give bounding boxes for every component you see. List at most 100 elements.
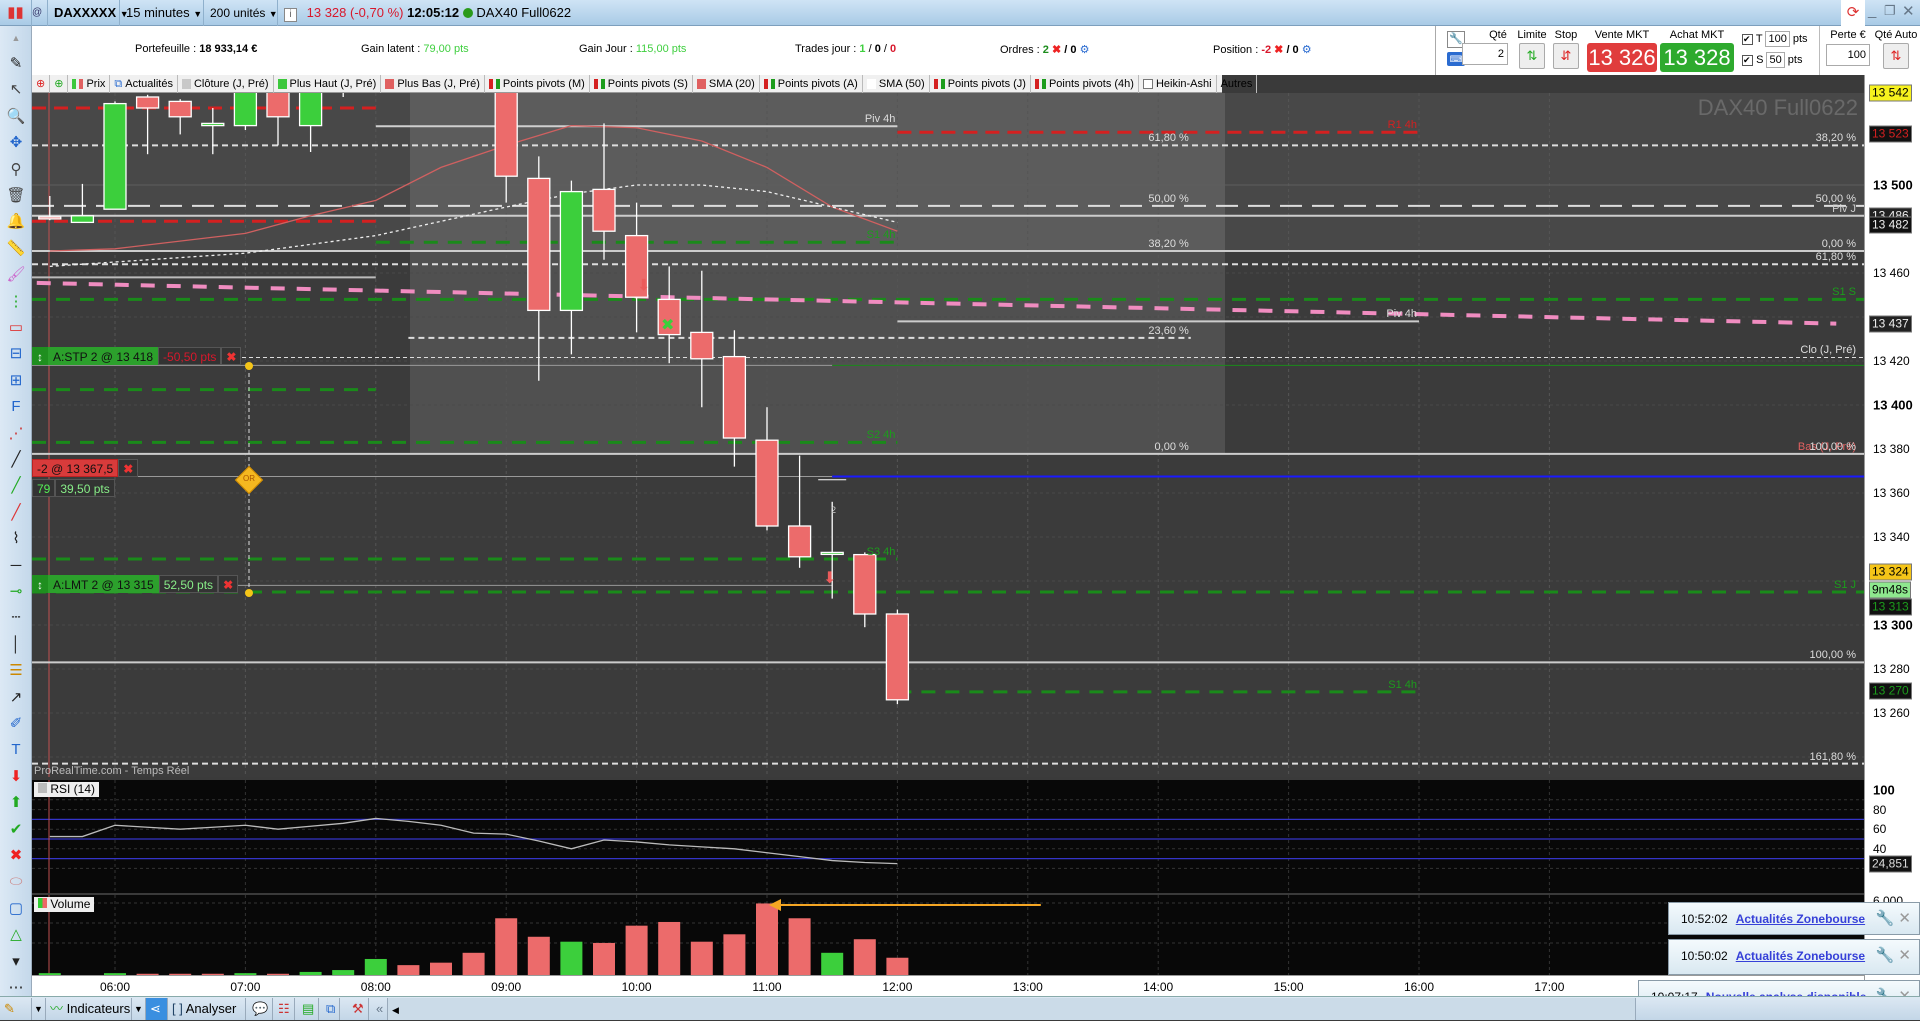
- scroll-up-icon[interactable]: ▲: [3, 26, 29, 50]
- move-icon[interactable]: ✥: [3, 131, 29, 155]
- stop-checkbox[interactable]: ✔: [1742, 55, 1753, 66]
- indicators-button[interactable]: 〰 Indicateurs: [46, 998, 132, 1020]
- green-line-icon[interactable]: ╱: [3, 474, 29, 498]
- drawing-mode-icon[interactable]: ✎: [0, 998, 32, 1020]
- wrench-icon[interactable]: 🔧: [1876, 947, 1895, 964]
- ellipse-icon[interactable]: ⬭: [3, 870, 29, 894]
- legend-item[interactable]: Plus Bas (J, Pré): [381, 75, 485, 93]
- units-selector[interactable]: 200 unités ▼: [204, 0, 278, 26]
- close-icon[interactable]: ✖: [221, 347, 242, 365]
- horizontal-line-icon[interactable]: ─: [3, 554, 29, 578]
- arrow-icon[interactable]: ↗: [3, 686, 29, 710]
- channel-icon[interactable]: ⊟: [3, 342, 29, 366]
- red-line-icon[interactable]: ╱: [3, 501, 29, 525]
- legend-item[interactable]: Points pivots (M): [485, 75, 590, 93]
- legend-item[interactable]: Autres: [1217, 75, 1258, 93]
- level-icon[interactable]: ☰: [3, 659, 29, 683]
- cross-icon[interactable]: ✖: [3, 844, 29, 868]
- limit-order-tag[interactable]: ↕ A:LMT 2 @ 13 315 52,50 pts ✖: [32, 575, 239, 593]
- restore-button[interactable]: ❐: [1884, 3, 1896, 19]
- stop-distance-input[interactable]: 50: [1766, 52, 1785, 68]
- share-icon[interactable]: ⋖: [146, 998, 168, 1020]
- checkbox[interactable]: [1142, 79, 1153, 89]
- sell-market-button[interactable]: 13 326: [1587, 43, 1657, 72]
- legend-item[interactable]: Clôture (J, Pré): [178, 75, 274, 93]
- legend-item[interactable]: Points pivots (4h): [1031, 75, 1139, 93]
- trailing-input[interactable]: 100: [1765, 31, 1790, 47]
- qty-input[interactable]: 2: [1462, 43, 1508, 65]
- legend-item[interactable]: Heikin-Ashi: [1139, 75, 1217, 93]
- close-icon[interactable]: ✖: [218, 575, 239, 593]
- horizontal-ray-icon[interactable]: ⊸: [3, 580, 29, 604]
- gear-icon[interactable]: ⚙: [1080, 44, 1090, 56]
- legend-item[interactable]: Plus Haut (J, Pré): [274, 75, 382, 93]
- price-chart[interactable]: ⬇ ⬇ ✖ DAX40 Full0622 Piv 4h 61,80 % 50,00 % S…: [32, 93, 1864, 777]
- close-button[interactable]: ✕: [1902, 2, 1915, 20]
- analyze-button[interactable]: [ ] Analyser: [168, 998, 246, 1020]
- legend-item[interactable]: Points pivots (A): [760, 75, 863, 93]
- timeframe-selector[interactable]: 15 minutes ▼: [120, 0, 204, 26]
- fan-icon[interactable]: ⊞: [3, 369, 29, 393]
- gear-icon[interactable]: ⚙: [1302, 44, 1312, 56]
- notification-link[interactable]: Actualités Zonebourse: [1736, 949, 1865, 963]
- sticker-icon[interactable]: ✐: [3, 712, 29, 736]
- close-icon[interactable]: ✕: [1898, 910, 1911, 927]
- pitchfork-icon[interactable]: ⋰: [3, 422, 29, 446]
- horizontal-scrollbar[interactable]: ◀: [388, 998, 1636, 1020]
- symbol-selector[interactable]: DAXXXXX ▼: [48, 0, 129, 26]
- volume-panel[interactable]: Volume: [32, 895, 1864, 975]
- ruler-icon[interactable]: 📏: [3, 237, 29, 261]
- refresh-icon[interactable]: ⟳: [1841, 0, 1865, 26]
- fibonacci-icon[interactable]: ⋮: [3, 290, 29, 314]
- notification[interactable]: 10:52:02 Actualités Zonebourse 🔧 ✕: [1668, 902, 1920, 935]
- stop-order-tag[interactable]: ↕ A:STP 2 @ 13 418 -50,50 pts ✖: [32, 347, 242, 365]
- price-axis[interactable]: 13 500 13 460 13 420 13 400 13 380 13 360 13 3…: [1864, 75, 1920, 996]
- link-icon[interactable]: @: [32, 0, 48, 26]
- candlestick-chart-icon[interactable]: ▮▮: [0, 0, 32, 26]
- zoom-in-button[interactable]: ⊕: [50, 75, 69, 93]
- stop-order-button[interactable]: ⇵: [1553, 43, 1579, 69]
- multi-chart-icon[interactable]: ⧉: [322, 998, 341, 1020]
- triangle-icon[interactable]: △: [3, 923, 29, 947]
- cancel-orders-icon[interactable]: ✖: [1052, 44, 1061, 56]
- limit-order-button[interactable]: ⇅: [1519, 43, 1545, 69]
- volume-legend[interactable]: Volume: [34, 897, 95, 912]
- close-icon[interactable]: ✕: [1898, 947, 1911, 964]
- vertical-line-icon[interactable]: │: [3, 633, 29, 657]
- report-icon[interactable]: ☷: [274, 998, 295, 1020]
- chat-icon[interactable]: 💬: [248, 998, 274, 1020]
- close-icon[interactable]: ✖: [118, 459, 139, 477]
- pencil-icon[interactable]: ✎: [3, 52, 29, 76]
- rectangle-icon[interactable]: ▭: [3, 316, 29, 340]
- cursor-icon[interactable]: ↖: [3, 78, 29, 102]
- auto-qty-button[interactable]: ⇅: [1883, 43, 1909, 69]
- text-icon[interactable]: T: [3, 738, 29, 762]
- magnet-icon[interactable]: ⚲: [3, 158, 29, 182]
- legend-item[interactable]: Points pivots (S): [590, 75, 693, 93]
- settings-chart-icon[interactable]: ⚒: [348, 998, 369, 1020]
- rsi-panel[interactable]: RSI (14): [32, 780, 1864, 893]
- zoom-out-button[interactable]: ⊕: [32, 75, 51, 93]
- orderbook-icon[interactable]: ▤: [298, 998, 320, 1020]
- polyline-icon[interactable]: ⌇: [3, 527, 29, 551]
- legend-item[interactable]: Points pivots (J): [930, 75, 1031, 93]
- legend-item[interactable]: Prix: [68, 75, 111, 93]
- chevron-down-icon[interactable]: ▼: [132, 998, 146, 1020]
- buy-market-button[interactable]: 13 328: [1660, 43, 1734, 72]
- text-style-icon[interactable]: F: [3, 395, 29, 419]
- notification[interactable]: 10:50:02 Actualités Zonebourse 🔧 ✕: [1668, 939, 1920, 975]
- info-icon[interactable]: i: [284, 8, 297, 22]
- loss-input[interactable]: 100: [1826, 44, 1870, 66]
- legend-item[interactable]: ⧉ Actualités: [110, 75, 178, 93]
- notification-link[interactable]: Actualités Zonebourse: [1736, 912, 1865, 926]
- position-tag[interactable]: -2 @ 13 367,5 ✖: [32, 459, 139, 477]
- down-arrow-icon[interactable]: ⬇: [3, 765, 29, 789]
- dashed-line-icon[interactable]: ┄: [3, 606, 29, 630]
- brush-icon[interactable]: 🖌: [3, 263, 29, 287]
- trendline-icon[interactable]: ╱: [3, 448, 29, 472]
- check-icon[interactable]: ✔: [3, 818, 29, 842]
- minimize-button[interactable]: _: [1868, 2, 1876, 19]
- close-position-icon[interactable]: ✖: [1274, 44, 1283, 56]
- collapse-icon[interactable]: «: [372, 998, 389, 1020]
- wrench-icon[interactable]: 🔧: [1876, 910, 1895, 927]
